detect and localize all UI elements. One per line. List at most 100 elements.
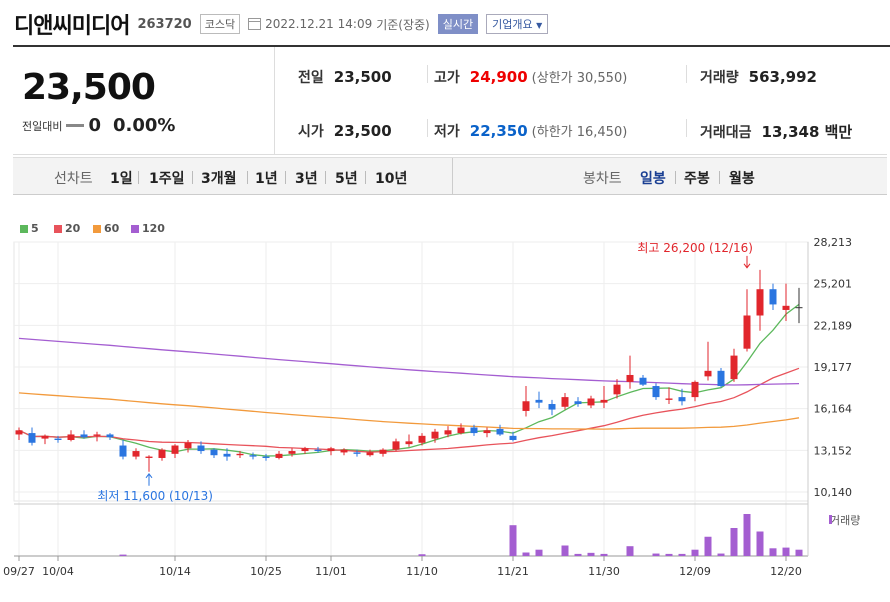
y-tick-label: 19,177 [814,361,853,374]
candle-body [509,435,517,440]
candle-body [171,445,179,454]
candle-body [548,404,556,410]
candle-body [574,401,582,405]
candle-body [665,398,673,400]
candle-body [119,445,127,457]
ma-line-5 [18,303,800,457]
candle-body [41,435,49,439]
volume-bar [743,514,751,556]
candle-body [535,399,543,403]
candle-body [288,451,296,454]
candle-body [691,381,699,398]
volume-bar [561,545,569,556]
candle-body [106,434,114,438]
candle-body [405,441,413,445]
candle-body [158,449,166,458]
y-tick-label: 10,140 [814,486,853,499]
candle-body [743,315,751,349]
candle-body [249,455,257,457]
x-tick-label: 10/04 [42,565,74,578]
volume-bar [418,554,426,556]
high-annotation: 최고 26,200 (12/16) [637,241,753,255]
x-tick-label: 11/10 [406,565,438,578]
y-tick-label: 16,164 [814,403,853,416]
x-tick-label: 12/20 [770,565,802,578]
candle-body [613,384,621,395]
x-tick-label: 12/09 [679,565,711,578]
x-tick-label: 11/21 [497,565,529,578]
volume-bar [600,553,608,556]
candle-body [444,430,452,435]
candle-body [262,456,270,458]
candle-body [379,449,387,454]
candle-body [132,451,140,457]
candle-body [314,449,322,452]
x-tick-label: 10/25 [250,565,282,578]
candle-body [457,427,465,434]
candle-body [717,370,725,387]
y-tick-label: 13,152 [814,444,853,457]
volume-bar [756,531,764,556]
volume-bar [652,553,660,556]
candlestick-chart[interactable]: 28,213 25,201 22,189 19,177 16,164 13,152 10,1… [0,0,890,602]
candle-body [392,441,400,450]
low-annotation: 최저 11,600 (10/13) [97,489,213,503]
candle-body [561,397,569,407]
volume-bar [782,547,790,556]
volume-legend-swatch [829,515,832,524]
y-tick-label: 28,213 [814,236,853,249]
candle-body [678,397,686,402]
candle-body [769,289,777,305]
volume-bar [730,528,738,556]
volume-bar [665,553,673,556]
ma-line-120 [18,337,800,386]
candle-body [418,435,426,443]
x-tick-label: 11/01 [315,565,347,578]
candle-body [626,374,634,382]
candle-body [522,401,530,411]
candle-body [54,438,62,440]
candle-body [652,386,660,398]
candle-body [704,370,712,377]
candle-body [93,434,101,436]
candle-body [236,453,244,456]
volume-legend: 거래량 [830,514,860,527]
volume-bar [678,553,686,556]
volume-bar [587,552,595,556]
volume-bar [522,552,530,556]
candle-body [366,452,374,456]
volume-bar [119,554,127,556]
candle-body [483,430,491,434]
candle-body [301,448,309,452]
volume-bar [769,548,777,556]
candle-body [496,428,504,435]
x-tick-label: 09/27 [3,565,35,578]
x-tick-label: 10/14 [159,565,191,578]
candle-body [184,442,192,449]
volume-bar [717,553,725,556]
candle-body [470,427,478,434]
candle-body [145,456,153,458]
candle-body [275,453,283,458]
candle-body [795,307,803,309]
volume-bar [574,553,582,556]
candle-body [80,434,88,438]
candle-body [600,399,608,403]
candle-body [587,398,595,406]
candle-body [327,448,335,452]
candle-body [639,377,647,385]
volume-bar [626,546,634,556]
candle-body [210,449,218,456]
candle-body [67,434,75,440]
chart-plot-area [13,241,809,502]
candle-body [28,433,36,443]
candle-body [15,430,23,435]
y-tick-label: 25,201 [814,278,853,291]
volume-bar [509,525,517,556]
candle-body [340,449,348,453]
candle-body [353,452,361,454]
volume-bar [795,549,803,556]
candle-body [223,453,231,457]
x-tick-label: 11/30 [588,565,620,578]
candle-body [197,445,205,452]
